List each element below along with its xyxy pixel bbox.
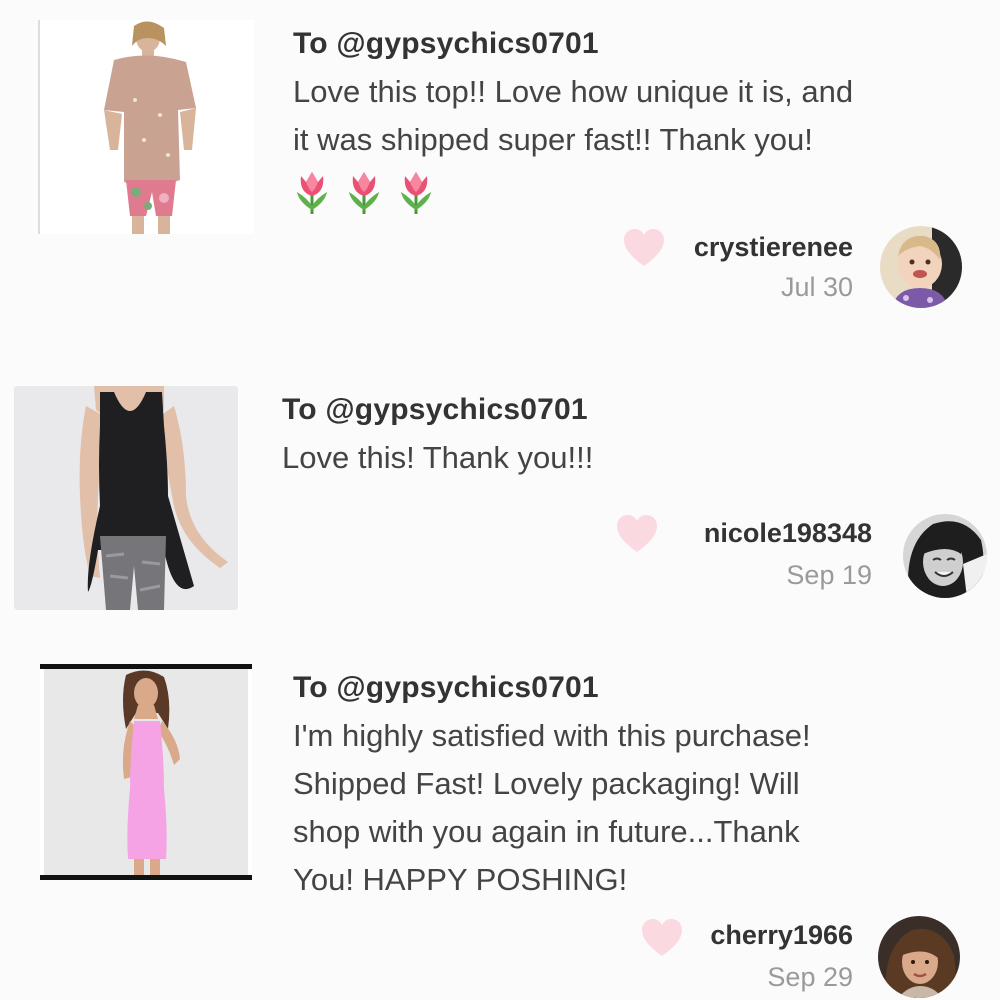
product-thumbnail[interactable] (38, 20, 254, 234)
recipient-line: To @gypsychics0701 (282, 393, 588, 426)
product-thumbnail[interactable] (14, 386, 238, 610)
tulip-icon (349, 172, 379, 214)
review-message-line: I'm highly satisfied with this purchase! (293, 718, 811, 753)
review-date: Sep 29 (767, 962, 853, 992)
review-card: To @gypsychics0701 Love this! Thank you!… (0, 380, 1000, 630)
review-message-line: Shipped Fast! Lovely packaging! Will (293, 766, 800, 801)
review-message: I'm highly satisfied with this purchase!… (293, 712, 973, 904)
reviewer-avatar[interactable] (878, 916, 960, 998)
reviews-page: To @gypsychics0701 Love this top!! Love … (0, 0, 1000, 1000)
review-message-line: Love this top!! Love how unique it is, a… (293, 74, 854, 109)
heart-icon[interactable] (615, 514, 659, 554)
review-message-line: Love this! Thank you!!! (282, 440, 594, 475)
tulip-icon (297, 172, 327, 214)
review-message-line: You! HAPPY POSHING! (293, 862, 628, 897)
heart-icon[interactable] (640, 918, 684, 958)
review-message-line: shop with you again in future...Thank (293, 814, 800, 849)
product-photo-mauve-top (40, 20, 254, 234)
emoji-row (293, 168, 973, 218)
reviewer-username[interactable]: cherry1966 (710, 920, 853, 951)
reviewer-username[interactable]: nicole198348 (704, 518, 872, 549)
review-card: To @gypsychics0701 I'm highly satisfied … (0, 660, 1000, 1000)
product-photo-black-tank (14, 386, 238, 610)
review-footer: nicole198348 Sep 19 (600, 510, 990, 600)
review-date: Jul 30 (780, 272, 853, 302)
review-message: Love this! Thank you!!! (282, 434, 962, 482)
woman-avatar-bw (903, 514, 987, 598)
tulip-icon (401, 172, 431, 214)
woman-avatar-brunette (878, 916, 960, 998)
reviewer-avatar[interactable] (880, 226, 962, 308)
review-card: To @gypsychics0701 Love this top!! Love … (0, 0, 1000, 330)
product-photo-pink-dress (40, 669, 252, 875)
product-thumbnail[interactable] (40, 664, 252, 880)
review-footer: crystierenee Jul 30 (600, 224, 970, 314)
review-footer: cherry1966 Sep 29 (600, 916, 970, 1000)
review-message: Love this top!! Love how unique it is, a… (293, 68, 973, 164)
recipient-line: To @gypsychics0701 (293, 671, 599, 704)
heart-icon[interactable] (622, 228, 666, 268)
toddler-avatar (880, 226, 962, 308)
review-date: Sep 19 (786, 560, 872, 590)
review-message-line: it was shipped super fast!! Thank you! (293, 122, 813, 157)
reviewer-username[interactable]: crystierenee (694, 232, 853, 263)
reviewer-avatar[interactable] (903, 514, 987, 598)
recipient-line: To @gypsychics0701 (293, 27, 599, 60)
